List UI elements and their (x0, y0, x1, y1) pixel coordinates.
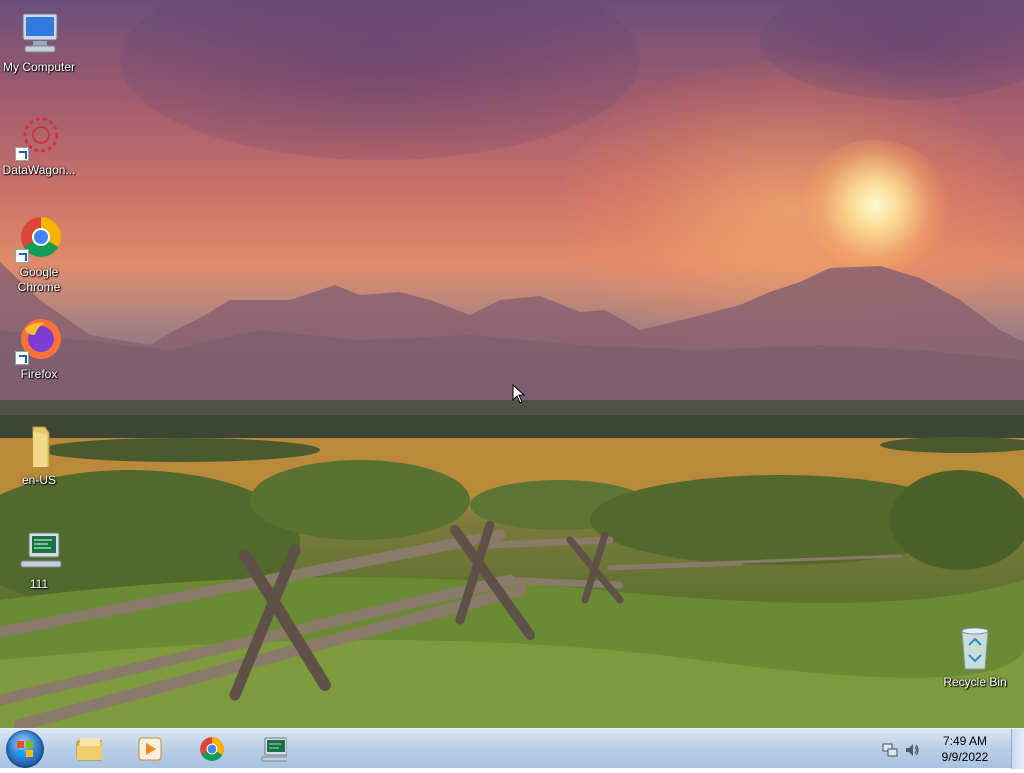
desktop-icon-firefox[interactable]: Firefox (0, 317, 78, 382)
desktop-icon-label: en-US (21, 473, 56, 487)
desktop-icon-my-computer[interactable]: My Computer (0, 10, 78, 75)
desktop-wallpaper: My Computer DataWagon... Google Chrome F… (0, 0, 1024, 728)
desktop-icon-label: Firefox (20, 367, 58, 381)
show-desktop-button[interactable] (1011, 729, 1024, 769)
desktop-icon-datawagon[interactable]: DataWagon... (0, 113, 78, 178)
computer-icon (15, 10, 63, 58)
desktop-icon-label: Google Chrome (17, 265, 61, 294)
desktop-icon-label: Recycle Bin (943, 675, 1007, 689)
desktop-icon-en-us-folder[interactable]: en-US (0, 423, 78, 488)
clock-time: 7:49 AM (942, 734, 988, 748)
desktop-icon-google-chrome[interactable]: Google Chrome (0, 215, 78, 295)
system-tray: 7:49 AM 9/9/2022 (868, 729, 1008, 769)
desktop-icon-label: 111 (29, 577, 49, 591)
desktop-icon-111[interactable]: 111 (0, 527, 78, 592)
shortcut-arrow-icon (15, 351, 29, 365)
taskbar-monitor-app-button[interactable] (252, 732, 296, 766)
taskbar: 7:49 AM 9/9/2022 (0, 728, 1024, 769)
desktop-icon-label: DataWagon... (2, 163, 76, 177)
datawagon-icon (15, 113, 63, 161)
shortcut-arrow-icon (15, 147, 29, 161)
computer-monitor-icon (15, 527, 63, 575)
start-button[interactable] (6, 730, 44, 768)
landscape (0, 262, 1024, 728)
taskbar-chrome-button[interactable] (190, 732, 234, 766)
recycle-bin-icon (951, 625, 999, 673)
shortcut-arrow-icon (15, 249, 29, 263)
windows-start-icon (17, 741, 33, 757)
desktop-icon-recycle-bin[interactable]: Recycle Bin (936, 625, 1014, 690)
firefox-icon (15, 317, 63, 365)
clock[interactable]: 7:49 AM 9/9/2022 (930, 733, 1000, 765)
media-player-icon (138, 737, 162, 761)
volume-icon[interactable] (904, 742, 920, 758)
chrome-icon (15, 215, 63, 263)
file-explorer-icon (76, 738, 102, 761)
chrome-icon (200, 737, 224, 761)
folder-icon (15, 423, 63, 471)
computer-monitor-icon (261, 737, 287, 762)
network-icon[interactable] (882, 742, 898, 758)
desktop-icon-label: My Computer (2, 60, 76, 74)
taskbar-file-explorer-button[interactable] (67, 732, 111, 766)
mouse-pointer-icon (512, 383, 526, 409)
taskbar-media-player-button[interactable] (128, 732, 172, 766)
clock-date: 9/9/2022 (941, 750, 989, 764)
